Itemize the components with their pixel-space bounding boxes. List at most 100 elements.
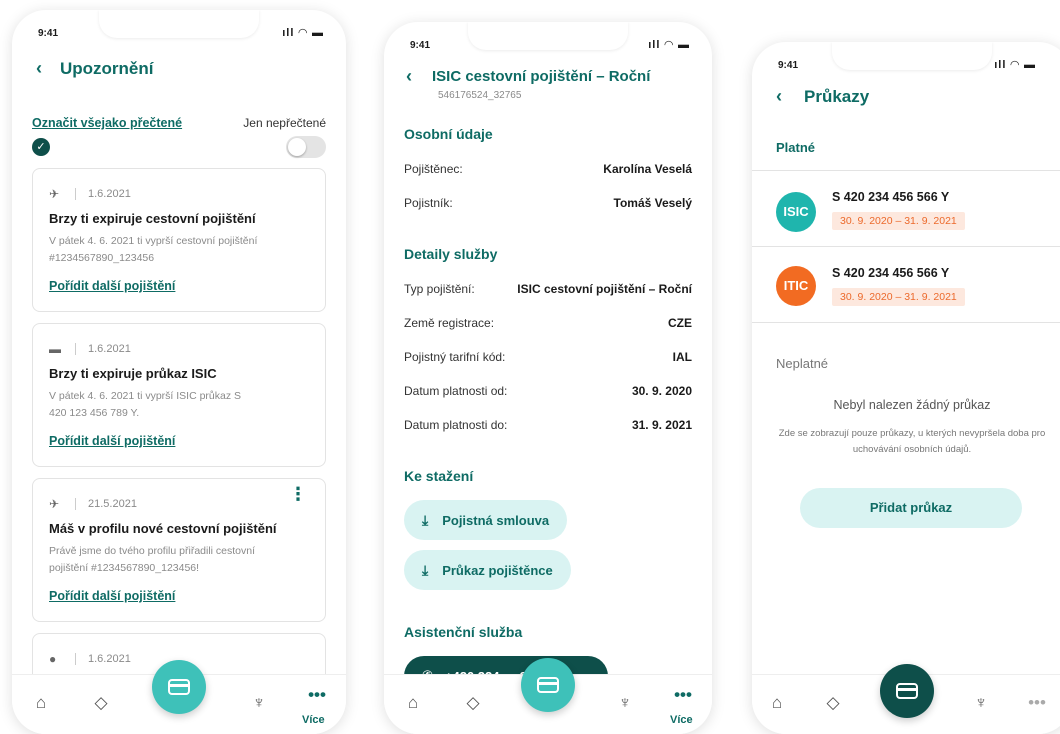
divider <box>752 170 1060 171</box>
signal-wifi-battery-icon: ıll ◠ ▬ <box>994 59 1036 71</box>
tag-icon[interactable]: ◇ <box>86 693 116 713</box>
row-key: Pojistný tarifní kód: <box>404 350 506 364</box>
unread-only-toggle[interactable] <box>286 136 326 158</box>
notification-card[interactable]: ✈ 1.6.2021 Brzy ti expiruje cestovní poj… <box>32 168 326 312</box>
card-number: S 420 234 456 566 Y <box>832 190 950 204</box>
row-key: Typ pojištění: <box>404 282 475 296</box>
wallet-fab[interactable] <box>880 664 934 718</box>
tag-icon[interactable]: ◇ <box>818 693 848 713</box>
card-meta: ● 1.6.2021 <box>49 652 131 666</box>
home-icon[interactable]: ⌂ <box>398 693 428 713</box>
screen-header: ‹ ISIC cestovní pojištění – Roční <box>384 66 712 87</box>
row-value: 30. 9. 2020 <box>631 384 692 398</box>
wallet-fab[interactable] <box>521 658 575 712</box>
card-icon: ▬ <box>49 342 61 356</box>
detail-row: Pojistný tarifní kód: IAL <box>404 350 692 364</box>
signal-wifi-battery-icon: ıll ◠ ▬ <box>648 39 690 51</box>
section-personal: Osobní údaje <box>404 126 493 142</box>
tab-more-label[interactable]: Více <box>302 714 325 726</box>
download-label: Pojistná smlouva <box>442 512 550 528</box>
trophy-icon[interactable]: ♆ <box>244 693 274 713</box>
section-invalid: Neplatné <box>776 356 829 371</box>
row-key: Pojistník: <box>404 196 453 210</box>
mark-all-read-link[interactable]: Označit všejako přečtené <box>32 116 182 130</box>
signal-wifi-battery-icon: ıll ◠ ▬ <box>282 27 324 39</box>
page-title: Průkazy <box>804 86 870 106</box>
card-validity: 30. 9. 2020 – 31. 9. 2021 <box>832 288 965 306</box>
section-assistance: Asistenční služba <box>404 624 523 640</box>
screen-header: ‹ Upozornění <box>12 58 346 79</box>
card-validity: 30. 9. 2020 – 31. 9. 2021 <box>832 212 965 230</box>
detail-row: Pojištěnec: Karolína Veselá <box>404 162 692 176</box>
download-insured-card-button[interactable]: ⤓ Průkaz pojištěnce <box>404 550 571 590</box>
notification-date: 1.6.2021 <box>88 343 131 355</box>
card-meta: ✈ 1.6.2021 <box>49 187 131 201</box>
section-details: Detaily služby <box>404 246 498 262</box>
buy-insurance-link[interactable]: Pořídit další pojištění <box>49 434 175 448</box>
toggle-knob <box>288 138 306 156</box>
download-icon: ⤓ <box>422 511 429 528</box>
detail-row: Pojistník: Tomáš Veselý <box>404 196 692 210</box>
empty-state-text: Zde se zobrazují pouze průkazy, u kterýc… <box>778 428 1046 455</box>
row-key: Pojištěnec: <box>404 162 463 176</box>
download-contract-button[interactable]: ⤓ Pojistná smlouva <box>404 500 568 540</box>
check-icon[interactable]: ✓ <box>32 138 50 156</box>
empty-state-title: Nebyl nalezen žádný průkaz <box>833 398 991 412</box>
detail-row: Typ pojištění: ISIC cestovní pojištění –… <box>404 282 692 296</box>
more-vertical-icon[interactable]: ⋮ <box>289 485 307 503</box>
wallet-fab[interactable] <box>152 660 206 714</box>
row-key: Země registrace: <box>404 316 495 330</box>
status-bar: 9:41 ıll ◠ ▬ <box>12 10 346 50</box>
page-title: Upozornění <box>60 58 154 78</box>
section-downloads: Ke stažení <box>404 468 474 484</box>
notification-title: Máš v profilu nové cestovní pojištění <box>49 521 277 536</box>
notification-date: 1.6.2021 <box>88 653 131 665</box>
card-number: S 420 234 456 566 Y <box>832 266 950 280</box>
wallet-icon <box>168 679 190 695</box>
back-arrow-icon[interactable]: ‹ <box>764 86 794 107</box>
cards-screen: 9:41 ıll ◠ ▬ ‹ Průkazy Platné ISIC S 420… <box>752 42 1060 734</box>
notification-title: Brzy ti expiruje průkaz ISIC <box>49 366 217 381</box>
divider <box>752 246 1060 247</box>
add-card-button[interactable]: Přidat průkaz <box>800 488 1022 528</box>
trophy-icon[interactable]: ♆ <box>966 693 996 713</box>
plane-icon: ✈ <box>49 497 60 511</box>
more-icon[interactable]: ••• <box>1022 693 1052 713</box>
notification-card[interactable]: ▬ 1.6.2021 Brzy ti expiruje průkaz ISIC … <box>32 323 326 467</box>
detail-row: Datum platnosti od: 30. 9. 2020 <box>404 384 692 398</box>
section-valid: Platné <box>776 140 816 155</box>
back-arrow-icon[interactable]: ‹ <box>24 58 54 79</box>
row-key: Datum platnosti do: <box>404 418 508 432</box>
notification-date: 1.6.2021 <box>88 188 131 200</box>
tab-more-label[interactable]: Více <box>670 714 693 726</box>
download-icon: ⤓ <box>422 561 429 578</box>
policy-number: 546176524_32765 <box>438 90 522 101</box>
notification-card[interactable]: ✈ 21.5.2021 ⋮ Máš v profilu nové cestovn… <box>32 478 326 622</box>
wallet-icon <box>537 677 559 693</box>
home-icon[interactable]: ⌂ <box>26 693 56 713</box>
tag-icon[interactable]: ◇ <box>458 693 488 713</box>
card-meta: ▬ 1.6.2021 <box>49 342 131 356</box>
notification-title: Brzy ti expiruje cestovní pojištění <box>49 211 256 226</box>
notification-text: Právě jsme do tvého profilu přiřadili ce… <box>49 545 256 574</box>
status-time: 9:41 <box>778 60 799 71</box>
row-value: Karolína Veselá <box>603 162 692 176</box>
download-label: Průkaz pojištěnce <box>442 562 553 578</box>
back-arrow-icon[interactable]: ‹ <box>394 66 424 87</box>
insurance-detail-screen: 9:41 ıll ◠ ▬ ‹ ISIC cestovní pojištění –… <box>384 22 712 734</box>
status-time: 9:41 <box>410 40 431 51</box>
status-time: 9:41 <box>38 28 59 39</box>
person-icon: ● <box>49 652 57 666</box>
notifications-screen: 9:41 ıll ◠ ▬ ‹ Upozornění Označit všejak… <box>12 10 346 734</box>
buy-insurance-link[interactable]: Pořídit další pojištění <box>49 589 175 603</box>
trophy-icon[interactable]: ♆ <box>610 693 640 713</box>
buy-insurance-link[interactable]: Pořídit další pojištění <box>49 279 175 293</box>
more-icon[interactable]: ••• <box>302 685 332 705</box>
home-icon[interactable]: ⌂ <box>762 693 792 713</box>
more-icon[interactable]: ••• <box>668 685 698 705</box>
row-value: CZE <box>668 316 692 330</box>
status-bar: 9:41 ıll ◠ ▬ <box>752 42 1060 82</box>
row-value: ISIC cestovní pojištění – Roční <box>517 282 692 296</box>
wallet-icon <box>896 683 918 699</box>
itic-logo-icon: ITIC <box>776 266 816 306</box>
